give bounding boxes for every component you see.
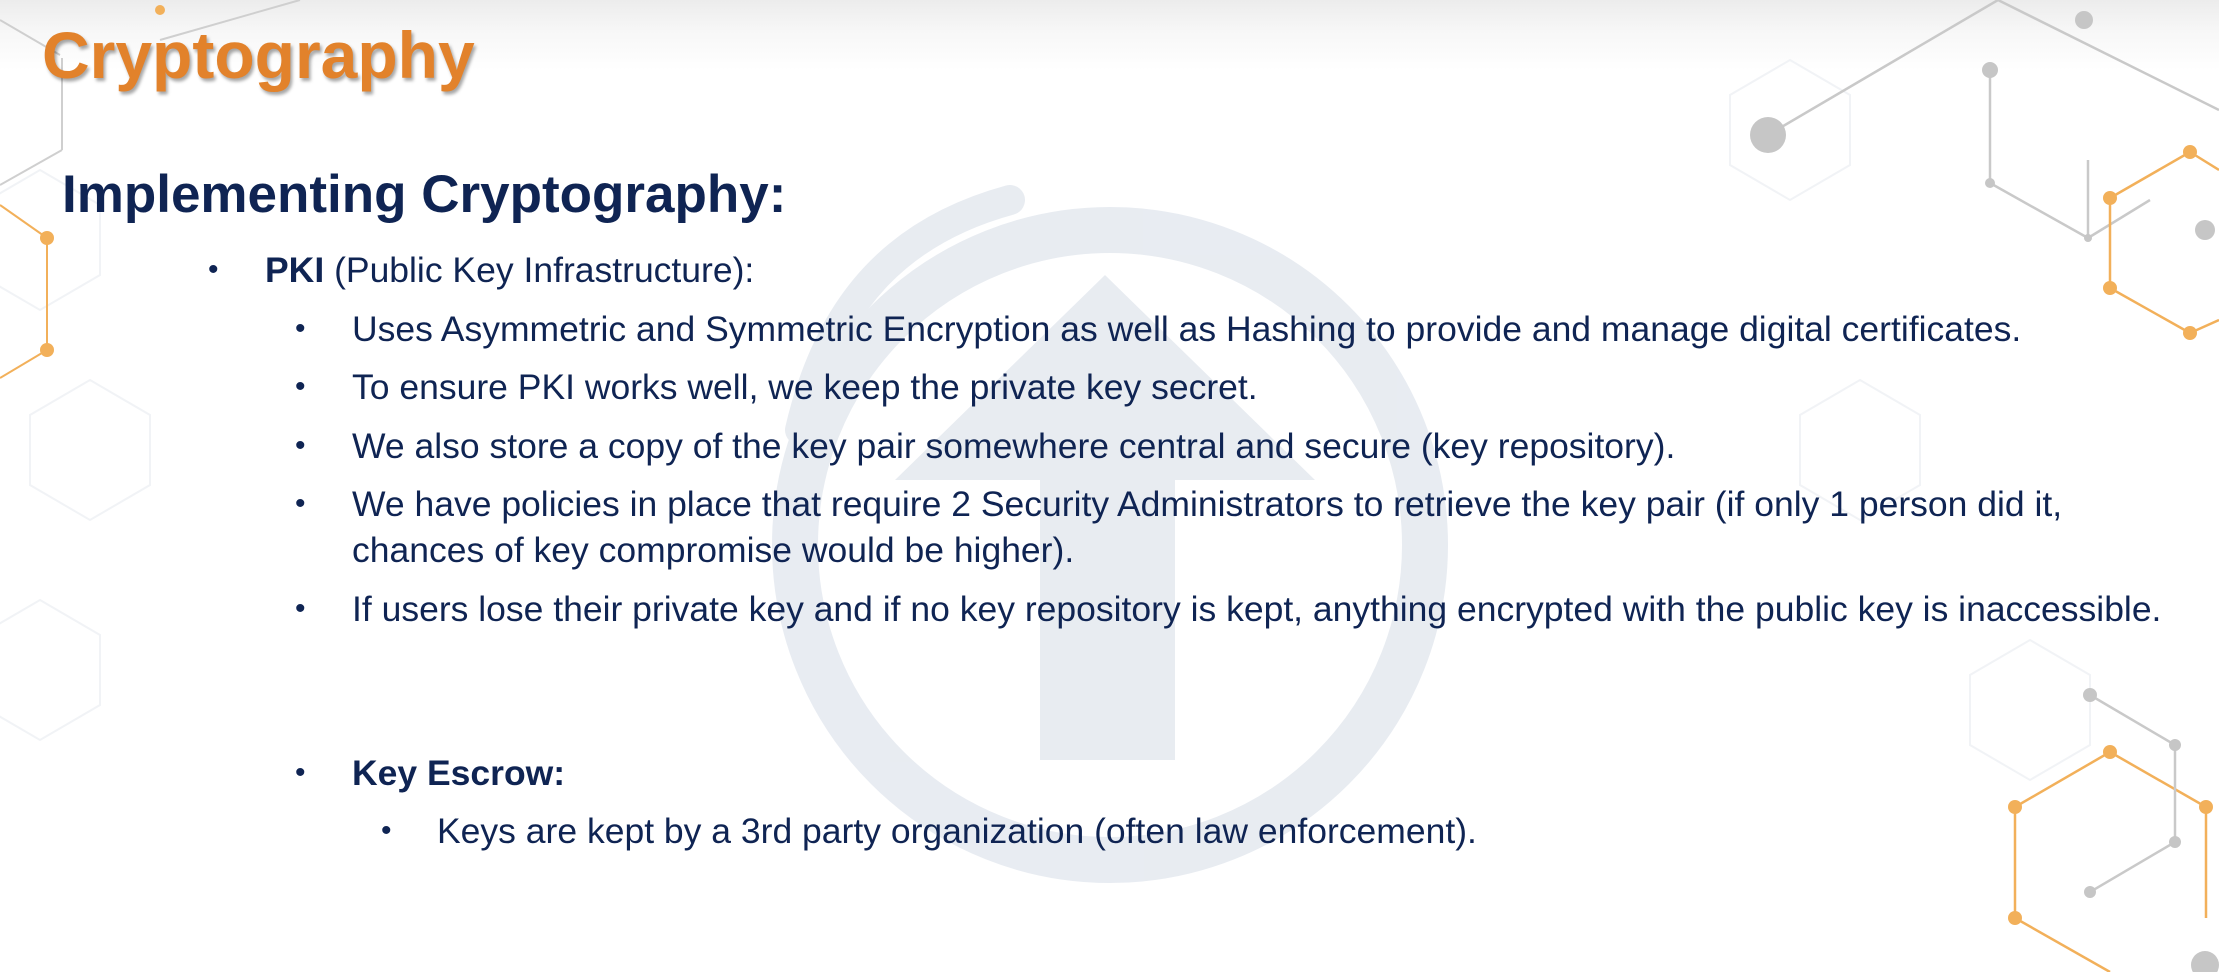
pki-point: If users lose their private key and if n…: [352, 589, 2162, 629]
pki-point: We also store a copy of the key pair som…: [352, 426, 1676, 466]
bullet-icon: •: [295, 592, 306, 625]
key-escrow-point: Keys are kept by a 3rd party organizatio…: [437, 811, 1477, 851]
bullet-icon: •: [295, 370, 306, 403]
bullet-icon: •: [295, 429, 306, 462]
pki-point: To ensure PKI works well, we keep the pr…: [352, 367, 1258, 407]
pki-item: PKI (Public Key Infrastructure):: [265, 247, 2165, 293]
key-escrow-term: Key Escrow:: [352, 753, 566, 793]
pki-term: PKI: [265, 250, 325, 290]
bullet-icon: •: [208, 253, 219, 286]
pki-point: We have policies in place that require 2…: [352, 484, 2063, 570]
key-escrow-item: Key Escrow:: [352, 750, 2152, 796]
pki-point: Uses Asymmetric and Symmetric Encryption…: [352, 309, 2022, 349]
pki-description: (Public Key Infrastructure):: [334, 250, 755, 290]
bullet-icon: •: [295, 756, 306, 789]
bullet-icon: •: [295, 312, 306, 345]
bullet-icon: •: [381, 814, 392, 847]
slide-title: Cryptography: [42, 18, 475, 92]
bullet-icon: •: [295, 487, 306, 520]
section-heading: Implementing Cryptography:: [62, 165, 787, 224]
